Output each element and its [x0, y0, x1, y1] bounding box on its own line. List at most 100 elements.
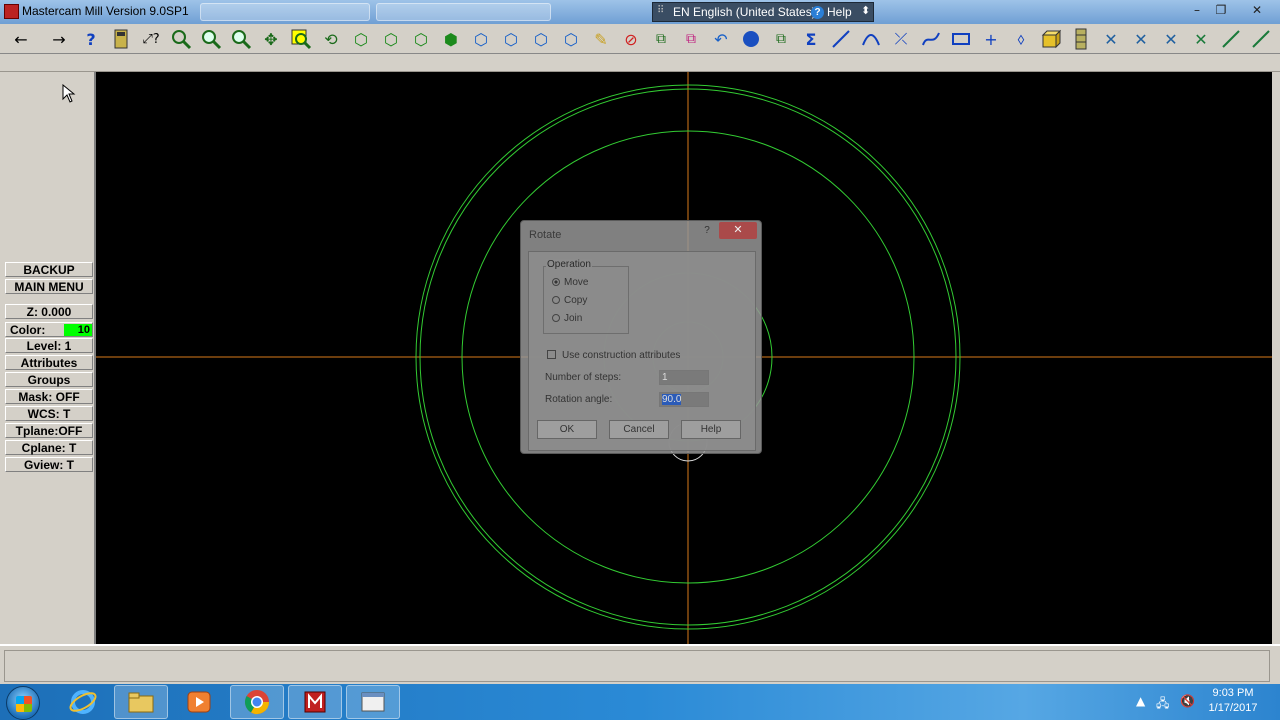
- dialog-body: Operation Move Copy Join Use constructio…: [528, 251, 756, 451]
- color-button[interactable]: Color: 10: [5, 322, 93, 337]
- x-cross-3-icon[interactable]: ✕: [1158, 26, 1184, 52]
- zoom-in-icon[interactable]: [198, 26, 224, 52]
- start-button[interactable]: [6, 686, 40, 720]
- close-icon[interactable]: ✕: [1246, 2, 1268, 18]
- zoom-out-icon[interactable]: [228, 26, 254, 52]
- z-depth-button[interactable]: Z: 0.000: [5, 304, 93, 319]
- x-cross-1-icon[interactable]: ✕: [1098, 26, 1124, 52]
- chrome-icon[interactable]: [230, 685, 284, 719]
- prompt-area: [4, 650, 1270, 682]
- help-question-icon[interactable]: ?: [78, 26, 104, 52]
- cube-outline-icon[interactable]: ⬡: [558, 26, 584, 52]
- transform-2-icon[interactable]: ⧉: [678, 26, 704, 52]
- x-cross-2-icon[interactable]: ✕: [1128, 26, 1154, 52]
- point-icon[interactable]: +: [978, 26, 1004, 52]
- cplane-button[interactable]: Cplane: T: [5, 440, 93, 455]
- taskbar: ▲ 🖧 🔇 9:03 PM 1/17/2017: [0, 684, 1280, 720]
- cube-iso-icon[interactable]: ⬢: [438, 26, 464, 52]
- calculator-icon[interactable]: [108, 26, 134, 52]
- cancel-button[interactable]: Cancel: [609, 420, 669, 439]
- join-label: Join: [564, 313, 583, 324]
- dialog-help-icon[interactable]: ?: [697, 223, 717, 239]
- copy-radio[interactable]: Copy: [552, 295, 587, 306]
- x-cross-4-icon[interactable]: ✕: [1188, 26, 1214, 52]
- media-player-icon[interactable]: [172, 685, 226, 719]
- line-icon[interactable]: [828, 26, 854, 52]
- cube-blue-3-icon[interactable]: ⬡: [528, 26, 554, 52]
- move-label: Move: [564, 277, 589, 288]
- steps-label: Number of steps:: [545, 372, 622, 383]
- surface-icon[interactable]: ⬨: [1008, 26, 1034, 52]
- mastercam-app-icon[interactable]: [4, 4, 19, 19]
- transform-icon[interactable]: ⧉: [648, 26, 674, 52]
- pan-icon[interactable]: ✥: [258, 26, 284, 52]
- backup-button[interactable]: BACKUP: [5, 262, 93, 277]
- window-title: Mastercam Mill Version 9.0SP1: [22, 4, 189, 18]
- group-icon[interactable]: ⧉: [768, 26, 794, 52]
- volume-muted-icon[interactable]: 🔇: [1180, 694, 1195, 708]
- color-swatch: 10: [64, 324, 92, 336]
- network-icon[interactable]: 🖧: [1156, 694, 1169, 715]
- arc-icon[interactable]: [858, 26, 884, 52]
- file-explorer-icon[interactable]: [114, 685, 168, 719]
- chain-icon[interactable]: [1068, 26, 1094, 52]
- rectangle-icon[interactable]: [948, 26, 974, 52]
- ok-button[interactable]: OK: [537, 420, 597, 439]
- forward-arrow-icon[interactable]: →: [46, 26, 72, 52]
- grip-icon: ⠿: [657, 5, 665, 16]
- undo-icon[interactable]: ↶: [708, 26, 734, 52]
- show-hidden-icons-icon[interactable]: ▲: [1136, 694, 1145, 708]
- wcs-button[interactable]: WCS: T: [5, 406, 93, 421]
- move-radio[interactable]: Move: [552, 277, 588, 288]
- language-selector[interactable]: EN English (United States): [673, 5, 816, 19]
- no-delete-icon[interactable]: ⊘: [618, 26, 644, 52]
- window-icon[interactable]: [346, 685, 400, 719]
- zoom-select-icon[interactable]: [288, 26, 314, 52]
- restore-icon[interactable]: ❐: [1210, 2, 1232, 18]
- cube-blue-2-icon[interactable]: ⬡: [498, 26, 524, 52]
- mask-button[interactable]: Mask: OFF: [5, 389, 93, 404]
- groups-button[interactable]: Groups: [5, 372, 93, 387]
- construction-attributes-checkbox[interactable]: Use construction attributes: [547, 350, 680, 361]
- cube-front-icon[interactable]: ⬡: [378, 26, 404, 52]
- line-angle-2-icon[interactable]: [1248, 26, 1274, 52]
- options-icon[interactable]: ⬍: [861, 4, 870, 17]
- cube-blue-1-icon[interactable]: ⬡: [468, 26, 494, 52]
- graphics-area[interactable]: Rotate ? ✕ Operation Move Copy Join Use …: [96, 72, 1272, 644]
- sphere-icon[interactable]: [738, 26, 764, 52]
- steps-input[interactable]: 1: [659, 370, 709, 385]
- dialog-close-icon[interactable]: ✕: [719, 222, 757, 239]
- attributes-button[interactable]: Attributes: [5, 355, 93, 370]
- angle-input[interactable]: 90.0: [659, 392, 709, 407]
- status-area: [0, 644, 1280, 684]
- sum-icon[interactable]: Σ: [798, 26, 824, 52]
- operation-group: Operation Move Copy Join: [543, 259, 629, 334]
- gview-button[interactable]: Gview: T: [5, 457, 93, 472]
- trim-icon[interactable]: ⤫: [888, 26, 914, 52]
- language-help[interactable]: Help: [827, 5, 852, 19]
- main-menu-button[interactable]: MAIN MENU: [5, 279, 93, 294]
- eraser-icon[interactable]: ✎: [588, 26, 614, 52]
- internet-explorer-icon[interactable]: [56, 685, 110, 719]
- main-toolbar: ← → ? ⤢? ✥ ⟲ ⬡ ⬡ ⬡ ⬢ ⬡ ⬡ ⬡ ⬡ ✎ ⊘ ⧉ ⧉ ↶ ⧉…: [0, 24, 1280, 54]
- language-bar[interactable]: ⠿ EN English (United States) ? Help ⬍: [652, 2, 874, 22]
- background-tab: [376, 3, 551, 21]
- help-circle-icon[interactable]: ?: [811, 6, 824, 19]
- solid-box-icon[interactable]: [1038, 26, 1064, 52]
- help-button[interactable]: Help: [681, 420, 741, 439]
- cube-top-icon[interactable]: ⬡: [348, 26, 374, 52]
- minimize-icon[interactable]: –: [1186, 2, 1208, 18]
- tplane-button[interactable]: Tplane:OFF: [5, 423, 93, 438]
- spline-icon[interactable]: [918, 26, 944, 52]
- view-rotate-icon[interactable]: ⟲: [318, 26, 344, 52]
- cube-side-icon[interactable]: ⬡: [408, 26, 434, 52]
- join-radio[interactable]: Join: [552, 313, 582, 324]
- clock-time: 9:03 PM: [1212, 687, 1254, 699]
- line-angle-icon[interactable]: [1218, 26, 1244, 52]
- analyze-icon[interactable]: ⤢?: [138, 26, 164, 52]
- zoom-window-icon[interactable]: [168, 26, 194, 52]
- back-arrow-icon[interactable]: ←: [8, 26, 34, 52]
- mastercam-icon[interactable]: [288, 685, 342, 719]
- level-button[interactable]: Level: 1: [5, 338, 93, 353]
- system-clock[interactable]: 9:03 PM 1/17/2017: [1196, 686, 1270, 716]
